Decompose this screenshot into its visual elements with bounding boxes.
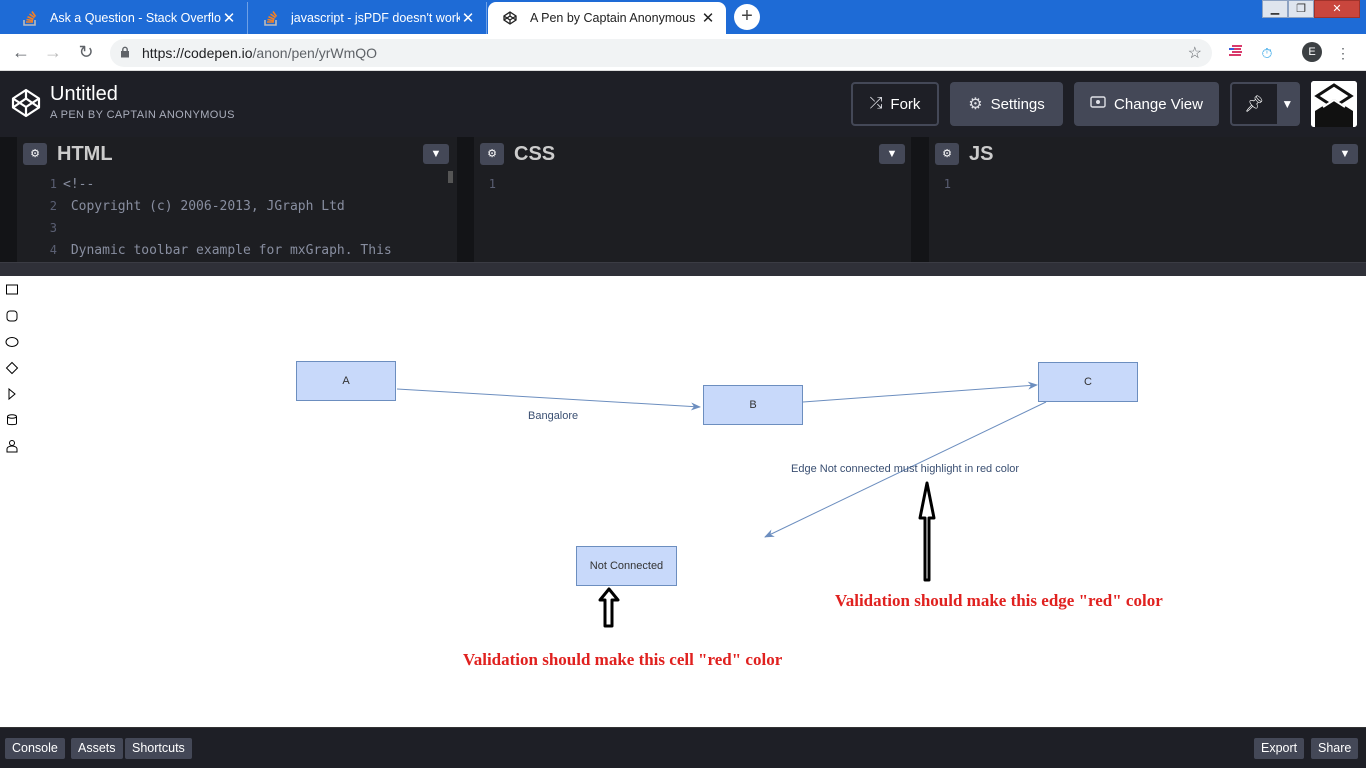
code-line: 3 (49, 221, 57, 235)
window-controls: ▁ ❐ ✕ (1262, 0, 1360, 18)
fork-icon: ⤮ (869, 95, 883, 112)
graph-node-a[interactable]: A (296, 361, 396, 401)
editor-settings-gear-icon[interactable]: ⚙ (935, 143, 959, 165)
new-tab-button[interactable]: + (734, 4, 760, 30)
pen-title[interactable]: Untitled (50, 83, 118, 106)
maximize-button[interactable]: ❐ (1288, 0, 1314, 18)
console-button[interactable]: Console (5, 738, 65, 759)
assets-button[interactable]: Assets (71, 738, 123, 759)
settings-label: Settings (990, 95, 1045, 113)
tab-title: Ask a Question - Stack Overflow (50, 11, 221, 25)
code-area[interactable]: 1 (474, 171, 911, 262)
edge-label-bangalore: Bangalore (528, 410, 579, 422)
js-editor[interactable]: ⚙ JS ▼ 1 (929, 137, 1366, 262)
stackoverflow-icon (263, 10, 279, 26)
edge-a-to-b[interactable] (396, 388, 701, 411)
url-path: /anon/pen/yrWmQO (252, 45, 378, 61)
pin-icon: 📌︎ (1244, 96, 1265, 113)
pen-author: A PEN BY CAPTAIN ANONYMOUS (50, 109, 235, 121)
css-editor[interactable]: ⚙ CSS ▼ 1 (474, 137, 911, 262)
annotation-arrow-up-icon (598, 587, 620, 628)
html-editor[interactable]: ⚙ HTML ▼ 1 <!-- 2 Copyright (c) 2006-2013… (17, 137, 457, 262)
change-view-button[interactable]: Change View (1074, 82, 1219, 126)
editor-header: ⚙ JS ▼ (929, 137, 1366, 171)
browser-tab-codepen[interactable]: A Pen by Captain Anonymous ✕ (488, 2, 726, 34)
codepen-header: Untitled A PEN BY CAPTAIN ANONYMOUS ⤮ For… (0, 71, 1366, 137)
editor-header: ⚙ HTML ▼ (17, 137, 457, 171)
bookmark-star-icon[interactable]: ☆ (1188, 43, 1202, 63)
fork-label: Fork (890, 95, 921, 113)
tab-title: javascript - jsPDF doesn't work in (291, 11, 460, 25)
pane-resizer[interactable] (0, 262, 1366, 276)
browser-toolbar: ← → ↻ https://codepen.io/anon/pen/yrWmQO… (0, 34, 1366, 71)
profile-avatar[interactable]: E (1302, 42, 1322, 62)
code-line: 4 Dynamic toolbar example for mxGraph. T… (49, 243, 392, 258)
code-line: 1 <!-- (49, 177, 95, 192)
user-avatar[interactable] (1311, 81, 1357, 127)
tab-title: A Pen by Captain Anonymous (530, 11, 696, 25)
browser-tab-jspdf[interactable]: javascript - jsPDF doesn't work in ✕ (249, 2, 487, 34)
share-button[interactable]: Share (1311, 738, 1359, 759)
editor-name: CSS (514, 142, 556, 165)
code-line: 2 Copyright (c) 2006-2013, JGraph Ltd (49, 199, 345, 214)
editor-settings-gear-icon[interactable]: ⚙ (23, 143, 47, 165)
chevron-down-icon[interactable]: ▼ (423, 144, 449, 164)
editor-settings-gear-icon[interactable]: ⚙ (480, 143, 504, 165)
codepen-icon (502, 10, 518, 26)
graph-node-b[interactable]: B (703, 385, 803, 425)
lock-icon (120, 46, 134, 61)
browser-menu-icon[interactable]: ⋮ (1333, 43, 1353, 63)
edge-validation-note: Validation should make this edge "red" c… (835, 591, 1163, 610)
code-line: 1 (943, 177, 951, 191)
export-button[interactable]: Export (1254, 738, 1305, 759)
view-icon (1090, 95, 1106, 113)
minimize-button[interactable]: ▁ (1262, 0, 1288, 18)
edge-label-dangling: Edge Not connected must highlight in red… (791, 463, 1020, 475)
back-icon[interactable]: ← (10, 42, 32, 62)
forward-icon[interactable]: → (42, 42, 64, 62)
result-preview[interactable]: A B C Not Connected Bangalore Edge Not c… (0, 278, 1366, 727)
scrollbar[interactable] (448, 171, 453, 183)
pin-button[interactable]: 📌︎ ▼ (1230, 82, 1300, 126)
fork-button[interactable]: ⤮ Fork (851, 82, 939, 126)
code-line: 1 (488, 177, 496, 191)
browser-tab-strip: Ask a Question - Stack Overflow ✕ javasc… (0, 0, 1366, 34)
cell-validation-note: Validation should make this cell "red" c… (463, 650, 783, 669)
graph-node-not-connected[interactable]: Not Connected (576, 546, 677, 586)
annotation-arrow-up-icon (918, 481, 936, 582)
editor-panes: ⚙ HTML ▼ 1 <!-- 2 Copyright (c) 2006-2013… (0, 137, 1366, 276)
reload-icon[interactable]: ↻ (75, 42, 97, 62)
chevron-down-icon[interactable]: ▼ (1332, 144, 1358, 164)
gear-icon: ⚙ (968, 96, 983, 113)
chevron-down-icon[interactable]: ▼ (1276, 84, 1298, 124)
code-area[interactable]: 1 <!-- 2 Copyright (c) 2006-2013, JGraph … (17, 171, 457, 262)
stackoverflow-icon (22, 10, 38, 26)
chevron-down-icon[interactable]: ▼ (879, 144, 905, 164)
editor-name: JS (969, 142, 994, 165)
url-host: https://codepen.io (142, 45, 253, 61)
close-tab-icon[interactable]: ✕ (460, 9, 476, 27)
address-bar[interactable]: https://codepen.io/anon/pen/yrWmQO ☆ (110, 39, 1212, 67)
settings-button[interactable]: ⚙ Settings (950, 82, 1063, 126)
change-view-label: Change View (1114, 95, 1203, 113)
editor-header: ⚙ CSS ▼ (474, 137, 911, 171)
timer-extension-icon[interactable]: ⏱ (1257, 43, 1277, 63)
close-window-button[interactable]: ✕ (1314, 0, 1360, 18)
shortcuts-button[interactable]: Shortcuts (125, 738, 192, 759)
editor-name: HTML (57, 142, 113, 165)
code-area[interactable]: 1 (929, 171, 1366, 262)
edge-b-to-c[interactable] (802, 381, 1038, 403)
browser-tab-stackoverflow-question[interactable]: Ask a Question - Stack Overflow ✕ (8, 2, 248, 34)
close-tab-icon[interactable]: ✕ (700, 9, 716, 27)
extension-lines-icon[interactable] (1226, 43, 1246, 63)
codepen-logo-icon[interactable] (10, 87, 42, 119)
graph-node-c[interactable]: C (1038, 362, 1138, 402)
codepen-bottom-bar: Console Assets Shortcuts Export Share (0, 727, 1366, 768)
close-tab-icon[interactable]: ✕ (221, 9, 237, 27)
